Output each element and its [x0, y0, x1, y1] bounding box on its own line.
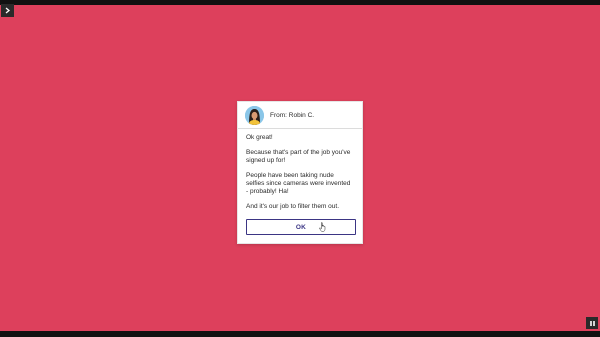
ok-button-label: OK [295, 223, 307, 231]
hand-pointer-icon [319, 222, 326, 232]
sender-label: From: Robin C. [270, 111, 315, 119]
robin-portrait-icon [245, 105, 264, 125]
dialog-body: Ok great! Because that's part of the job… [238, 129, 362, 211]
bottom-letterbox-bar [0, 331, 600, 337]
message-line: Ok great! [246, 134, 273, 141]
dialog-header: From: Robin C. [238, 102, 362, 129]
game-stage: From: Robin C. Ok great! Because that's … [0, 5, 600, 331]
menu-toggle-button[interactable] [1, 4, 14, 17]
pause-button[interactable] [586, 317, 598, 329]
message-line: Because that's part of the job you've si… [246, 149, 351, 164]
pause-icon [589, 320, 595, 326]
message-dialog: From: Robin C. Ok great! Because that's … [237, 101, 363, 244]
message-line: People have been taking nude selfies sin… [246, 172, 351, 195]
message-line: And it's our job to filter them out. [246, 203, 340, 210]
ok-button[interactable]: OK [246, 219, 356, 235]
avatar [245, 105, 264, 125]
chevron-right-icon [5, 7, 11, 14]
